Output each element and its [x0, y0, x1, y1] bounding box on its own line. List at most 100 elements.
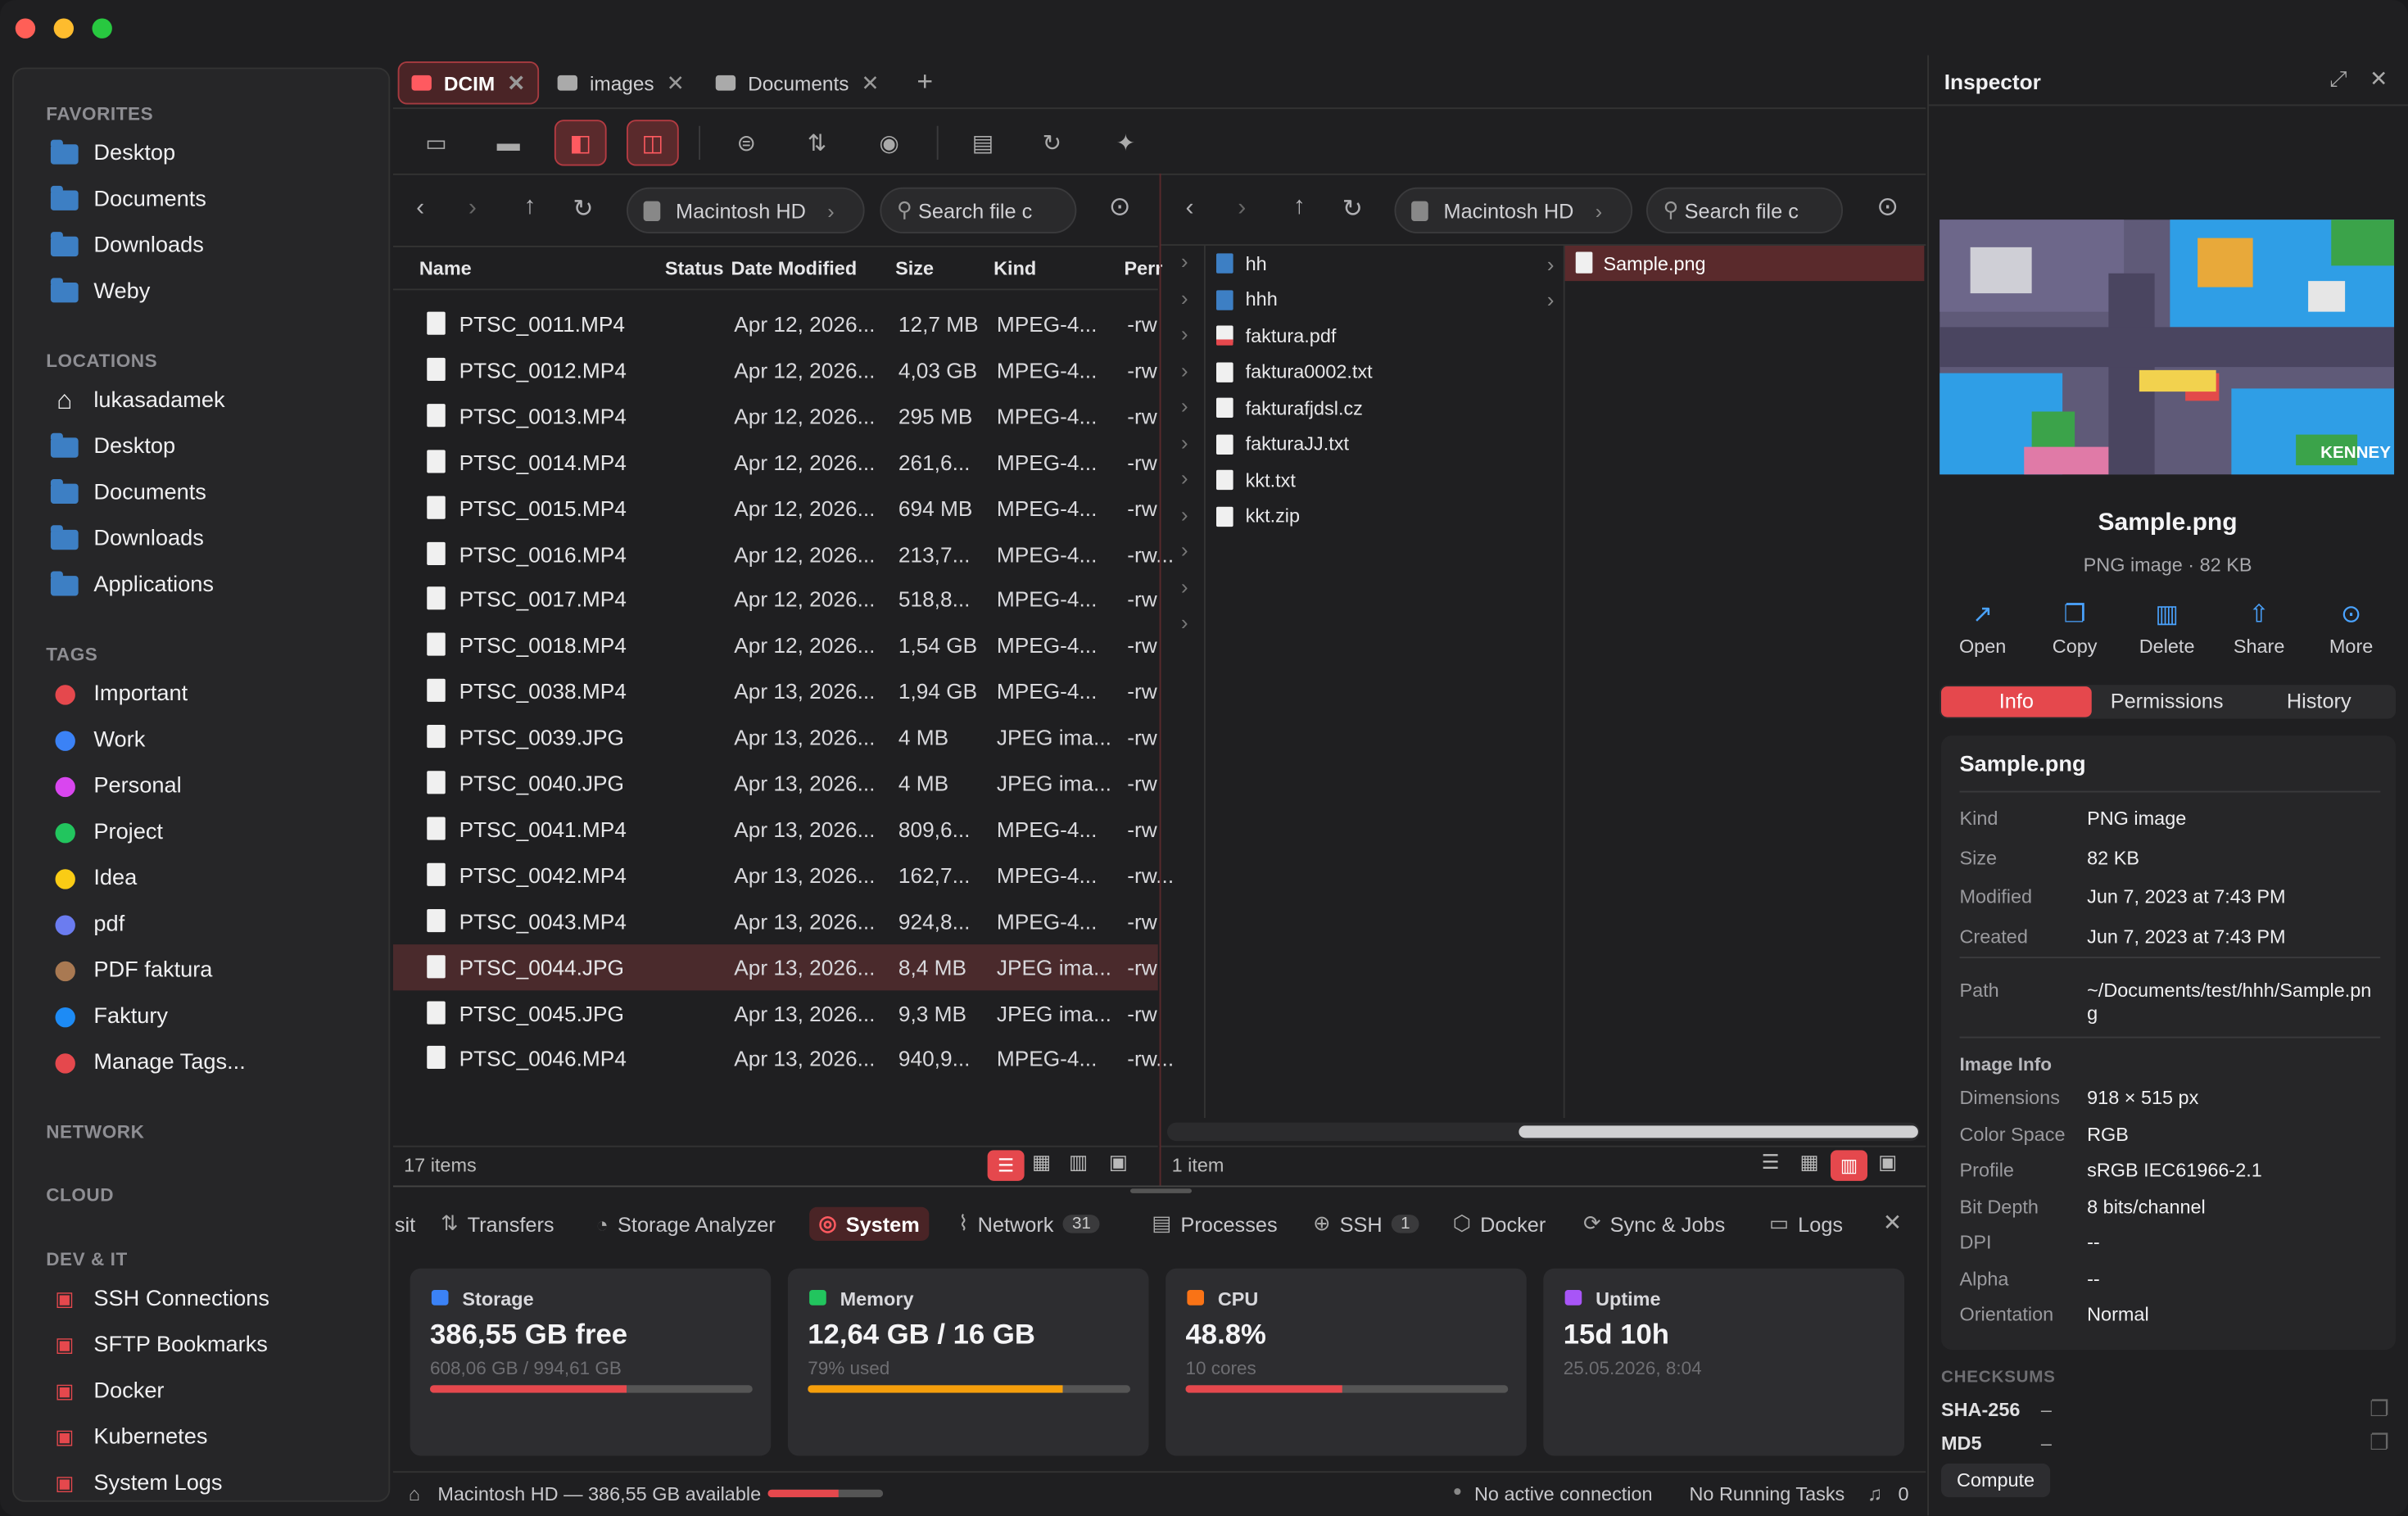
- bottom-tab-system[interactable]: ◎ System: [809, 1206, 930, 1241]
- breadcrumb[interactable]: Macintosh HD ›: [627, 187, 865, 233]
- file-row[interactable]: PTSC_0039.JPG Apr 13, 2026... 4 MB JPEG ima…: [393, 714, 1158, 760]
- file-row[interactable]: PTSC_0043.MP4 Apr 13, 2026... 924,8... MPEG…: [393, 898, 1158, 944]
- chevron-right-icon[interactable]: ›: [1181, 573, 1188, 598]
- close-window-button[interactable]: [15, 18, 36, 38]
- chevron-right-icon[interactable]: ›: [1181, 285, 1188, 310]
- sidebar-item-personal[interactable]: Personal: [49, 767, 182, 807]
- close-icon[interactable]: ✕: [861, 70, 879, 96]
- back-chevron-icon[interactable]: ‹: [416, 195, 424, 223]
- file-row[interactable]: PTSC_0040.JPG Apr 13, 2026... 4 MB JPEG ima…: [393, 760, 1158, 806]
- resize-handle[interactable]: [1130, 1188, 1192, 1193]
- copy-icon[interactable]: ❐: [2370, 1429, 2389, 1455]
- list-item[interactable]: fakturaJJ.txt: [1207, 426, 1560, 461]
- chevron-right-icon[interactable]: ›: [1181, 321, 1188, 346]
- list-item[interactable]: fakturafjdsl.cz: [1207, 390, 1560, 425]
- file-row[interactable]: PTSC_0011.MP4 Apr 12, 2026... 12,7 MB MPEG-…: [393, 301, 1158, 347]
- col-status[interactable]: Status: [665, 258, 724, 279]
- close-icon[interactable]: ✕: [2370, 66, 2388, 93]
- sidebar-item-lukasadamek[interactable]: ⌂ lukasadamek: [49, 381, 224, 421]
- file-row[interactable]: PTSC_0018.MP4 Apr 12, 2026... 1,54 GB MPEG-…: [393, 622, 1158, 668]
- grid-view-icon[interactable]: ▦: [1032, 1150, 1057, 1174]
- tab-images[interactable]: images ✕: [545, 61, 697, 105]
- share-action-button[interactable]: ⇧ Share: [2213, 599, 2306, 658]
- bottom-tab-sync-jobs[interactable]: ⟳ Sync & Jobs: [1574, 1207, 1735, 1241]
- list-view-icon[interactable]: ☰: [987, 1150, 1025, 1181]
- bottom-tab-logs[interactable]: ▭ Logs: [1760, 1207, 1853, 1241]
- copy-action-button[interactable]: ❐ Copy: [2029, 599, 2121, 658]
- list-item[interactable]: kkt.zip: [1207, 498, 1560, 533]
- back-chevron-icon[interactable]: ‹: [1186, 195, 1194, 223]
- gallery-view-icon[interactable]: ▣: [1878, 1150, 1906, 1174]
- file-row[interactable]: PTSC_0013.MP4 Apr 12, 2026... 295 MB MPEG-4…: [393, 393, 1158, 439]
- sidebar-item-applications[interactable]: Applications: [49, 565, 214, 605]
- path-value[interactable]: ~/Documents/test/hhh/Sample.pn g: [2087, 980, 2382, 1025]
- file-row[interactable]: PTSC_0012.MP4 Apr 12, 2026... 4,03 GB MPEG-…: [393, 347, 1158, 393]
- bottom-tab-ssh[interactable]: ⊕ SSH 1: [1304, 1207, 1428, 1241]
- file-row[interactable]: PTSC_0044.JPG Apr 13, 2026... 8,4 MB JPEG i…: [393, 944, 1158, 990]
- file-row[interactable]: PTSC_0038.MP4 Apr 13, 2026... 1,94 GB MPEG-…: [393, 668, 1158, 714]
- tab-dcim[interactable]: DCIM ✕: [397, 61, 540, 105]
- chevron-right-icon[interactable]: ›: [1181, 393, 1188, 418]
- file-row[interactable]: PTSC_0042.MP4 Apr 13, 2026... 162,7... MPEG…: [393, 852, 1174, 898]
- network-heading[interactable]: NETWORK: [46, 1121, 144, 1143]
- sort-icon[interactable]: ⇅: [791, 120, 844, 165]
- reload-icon[interactable]: ↻: [1342, 193, 1363, 224]
- pane-divider[interactable]: [1159, 173, 1161, 1186]
- bottom-tab-network[interactable]: ⌇ Network 31: [949, 1207, 1110, 1241]
- sidebar-item-important[interactable]: Important: [49, 674, 188, 714]
- file-row[interactable]: PTSC_0016.MP4 Apr 12, 2026... 213,7... MPEG…: [393, 531, 1174, 577]
- sidebar-item-pdf-faktura[interactable]: PDF faktura: [49, 951, 212, 991]
- sidebar-item-documents[interactable]: Documents: [49, 473, 206, 514]
- refresh-icon[interactable]: ↻: [1026, 120, 1079, 165]
- delete-action-button[interactable]: ▥ Delete: [2121, 599, 2213, 658]
- search-input[interactable]: ⚲ Search file c: [1646, 187, 1843, 233]
- sidebar-item-idea[interactable]: Idea: [49, 858, 137, 898]
- col-kind[interactable]: Kind: [994, 258, 1036, 279]
- bottom-tab-sit[interactable]: sit: [386, 1207, 425, 1241]
- close-icon[interactable]: ✕: [667, 70, 685, 96]
- col-date[interactable]: Date Modified: [731, 258, 858, 279]
- sidebar-item-faktury[interactable]: Faktury: [49, 997, 168, 1037]
- list-item[interactable]: hh ›: [1207, 246, 1560, 281]
- more-options-icon[interactable]: ⊙: [1109, 192, 1131, 223]
- col-permissions[interactable]: Perr: [1125, 258, 1163, 279]
- close-panel-icon[interactable]: ✕: [1883, 1209, 1903, 1237]
- horizontal-scrollbar[interactable]: [1167, 1122, 1920, 1142]
- cloud-heading[interactable]: CLOUD: [46, 1184, 114, 1206]
- chevron-right-icon[interactable]: ›: [1181, 249, 1188, 274]
- bottom-tab-storage-analyzer[interactable]: ◔ Storage Analyzer: [586, 1207, 785, 1241]
- list-item[interactable]: faktura.pdf: [1207, 318, 1560, 353]
- parent-folder-arrow-icon[interactable]: ↑: [523, 193, 536, 221]
- sparkle-ai-icon[interactable]: ✦: [1100, 120, 1152, 165]
- forward-chevron-icon[interactable]: ›: [1238, 195, 1246, 223]
- sidebar-toggle-icon[interactable]: ▭: [410, 120, 463, 165]
- sidebar-item-downloads[interactable]: Downloads: [49, 226, 204, 266]
- chevron-right-icon[interactable]: ›: [1181, 465, 1188, 490]
- column-view-icon[interactable]: ▥: [1069, 1150, 1093, 1174]
- sidebar-item-project[interactable]: Project: [49, 812, 163, 853]
- compute-button[interactable]: Compute: [1941, 1463, 2051, 1498]
- sidebar-item-system-logs[interactable]: ▣ System Logs: [49, 1464, 222, 1504]
- sidebar-item-downloads[interactable]: Downloads: [49, 519, 204, 559]
- list-item[interactable]: kkt.txt: [1207, 462, 1560, 497]
- more-options-icon[interactable]: ⊙: [1876, 192, 1899, 223]
- sidebar-item-sftp-bookmarks[interactable]: ▣ SFTP Bookmarks: [49, 1325, 268, 1365]
- tab-history[interactable]: History: [2243, 686, 2394, 717]
- file-row[interactable]: PTSC_0014.MP4 Apr 12, 2026... 261,6... MPEG…: [393, 439, 1158, 485]
- sidebar-item-weby[interactable]: Weby: [49, 272, 150, 312]
- chevron-right-icon[interactable]: ›: [1181, 537, 1188, 562]
- file-row[interactable]: PTSC_0017.MP4 Apr 12, 2026... 518,8... MPEG…: [393, 577, 1158, 622]
- tab-permissions[interactable]: Permissions: [2092, 686, 2243, 717]
- close-icon[interactable]: ✕: [507, 70, 525, 96]
- filter-icon[interactable]: ⊜: [720, 120, 772, 165]
- bottom-tab-docker[interactable]: ⬡ Docker: [1444, 1207, 1555, 1241]
- open-action-button[interactable]: ↗ Open: [1936, 599, 2029, 658]
- expand-icon[interactable]: ⤢: [2329, 66, 2347, 93]
- bell-icon[interactable]: ♫: [1867, 1482, 1882, 1505]
- col-size[interactable]: Size: [895, 258, 934, 279]
- hidden-files-eye-icon[interactable]: ◉: [863, 120, 916, 165]
- grid-view-icon[interactable]: ▦: [1800, 1150, 1825, 1174]
- column-view-icon[interactable]: ▥: [1831, 1150, 1867, 1181]
- sidebar-item-desktop[interactable]: Desktop: [49, 427, 175, 467]
- bottom-panel-icon[interactable]: ▬: [482, 120, 535, 165]
